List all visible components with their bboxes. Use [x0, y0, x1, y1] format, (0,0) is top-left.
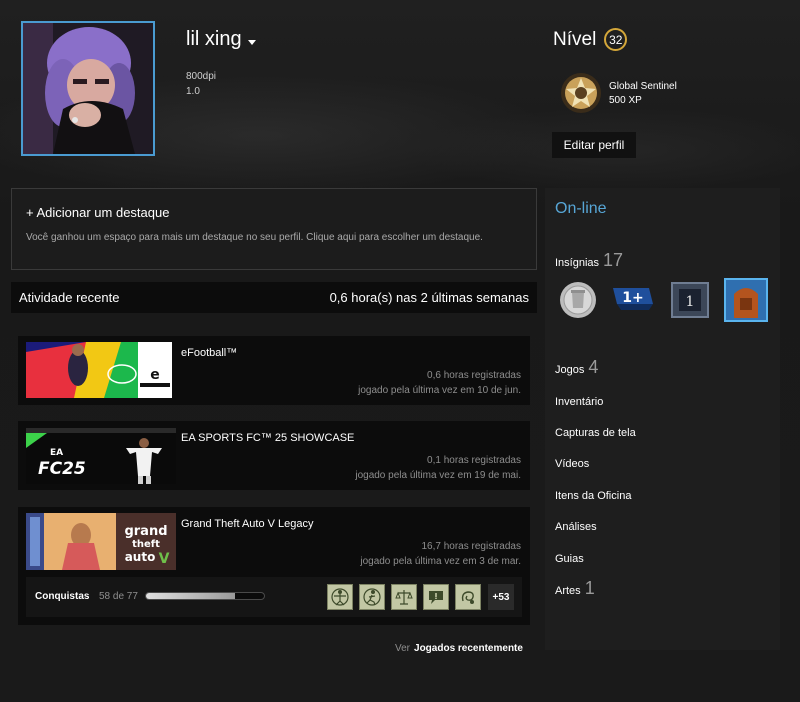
avatar-image: [23, 23, 153, 154]
game-card-fc25: EA FC25 EA SPORTS FC™ 25 SHOWCASE 0,1 ho…: [18, 421, 530, 490]
game-capsule-image[interactable]: grand theft auto V: [26, 513, 176, 570]
level-label: Nível: [553, 28, 597, 50]
sidebar-item-label: Análises: [555, 521, 597, 533]
achievements-count: 58 de 77: [99, 591, 138, 602]
sidebar-item-label: Guias: [555, 553, 584, 565]
game-last-played: jogado pela última vez em 19 de mai.: [355, 470, 521, 481]
username: lil xing: [186, 28, 242, 50]
sidebar-item-guides[interactable]: Guias: [555, 553, 584, 565]
sidebar-item-artwork[interactable]: Artes 1: [555, 578, 595, 599]
game-hours: 0,1 horas registradas: [427, 455, 521, 466]
online-status: On-line: [555, 200, 607, 217]
xp-badge-name: Global Sentinel: [609, 81, 677, 92]
game-name[interactable]: EA SPORTS FC™ 25 SHOWCASE: [181, 432, 354, 444]
game-card-gtav: grand theft auto V Grand Theft Auto V Le…: [18, 507, 530, 625]
game-name[interactable]: eFootball™: [181, 347, 237, 359]
game-name[interactable]: Grand Theft Auto V Legacy: [181, 518, 314, 530]
sidebar-item-count: 1: [584, 578, 595, 598]
add-showcase-title: + Adicionar um destaque: [26, 205, 170, 220]
more-achievements-button[interactable]: +53: [488, 584, 514, 610]
chevron-down-icon: [247, 40, 256, 45]
level-badge: 32: [604, 28, 628, 51]
svg-text:EA: EA: [50, 448, 63, 458]
profile-info-line: 800dpi: [186, 71, 217, 82]
years-badge-text: 1+: [622, 290, 643, 306]
username-dropdown[interactable]: lil xing: [186, 28, 256, 51]
game-last-played: jogado pela última vez em 10 de jun.: [358, 385, 521, 396]
profile-info-line: 1.0: [186, 86, 200, 97]
achievements-bar[interactable]: Conquistas 58 de 77 +53: [26, 577, 522, 617]
achievements-label: Conquistas: [35, 591, 90, 602]
recent-activity-title: Atividade recente: [19, 290, 120, 305]
game-capsule-image[interactable]: e: [26, 342, 172, 398]
edit-profile-button[interactable]: Editar perfil: [552, 132, 636, 158]
add-showcase-panel[interactable]: + Adicionar um destaque Você ganhou um e…: [11, 188, 537, 270]
sidebar-item-count: 4: [588, 357, 599, 377]
svg-text:e: e: [150, 367, 160, 383]
svg-text:FC25: FC25: [38, 459, 86, 479]
silver-coin-badge-icon[interactable]: [556, 278, 600, 322]
swirl-achievement-icon[interactable]: [455, 584, 481, 610]
sidebar-item-videos[interactable]: Vídeos: [555, 458, 589, 470]
svg-text:grand: grand: [124, 524, 167, 539]
sidebar-item-screenshots[interactable]: Capturas de tela: [555, 427, 636, 439]
game-hours: 16,7 horas registradas: [421, 541, 521, 552]
speech-achievement-icon[interactable]: [423, 584, 449, 610]
game-hours: 0,6 horas registradas: [427, 370, 521, 381]
level-section: Nível 32: [553, 28, 628, 51]
avatar[interactable]: [21, 21, 155, 156]
community-badge-icon[interactable]: [724, 278, 768, 322]
badges-link[interactable]: Insígnias 17: [555, 250, 623, 271]
scales-achievement-icon[interactable]: [391, 584, 417, 610]
svg-text:theft: theft: [132, 539, 160, 550]
game-card-efootball: e eFootball™ 0,6 horas registradas jogad…: [18, 336, 530, 405]
xp-value: 500 XP: [609, 95, 642, 106]
collector-badge-text: 1: [686, 294, 695, 310]
sidebar-item-label: Inventário: [555, 396, 604, 408]
svg-text:V: V: [159, 551, 170, 567]
svg-text:auto: auto: [125, 550, 156, 564]
game-capsule-image[interactable]: EA FC25: [26, 428, 176, 484]
achievements-progress-fill: [146, 593, 235, 599]
sidebar-item-label: Vídeos: [555, 458, 590, 470]
view-recently-played-link[interactable]: Ver Jogados recentemente: [395, 643, 523, 654]
achievements-progress-bar: [145, 592, 265, 600]
sidebar-item-label: Itens da Oficina: [555, 490, 632, 502]
runner-achievement-icon[interactable]: [359, 584, 385, 610]
add-showcase-description: Você ganhou um espaço para mais um desta…: [26, 232, 483, 243]
game-collector-badge-icon[interactable]: 1: [669, 278, 713, 322]
recently-played-link-text[interactable]: Jogados recentemente: [414, 643, 523, 654]
badges-label: Insígnias: [555, 257, 600, 269]
sidebar-item-label: Artes: [555, 585, 581, 597]
sidebar-item-label: Capturas de tela: [555, 427, 636, 439]
recent-activity-hours: 0,6 hora(s) nas 2 últimas semanas: [329, 290, 529, 305]
badges-count: 17: [603, 250, 624, 270]
game-last-played: jogado pela última vez em 3 de mar.: [360, 556, 521, 567]
view-prefix: Ver: [395, 643, 411, 654]
sidebar-item-workshop[interactable]: Itens da Oficina: [555, 490, 631, 502]
global-sentinel-badge-icon[interactable]: [560, 72, 602, 114]
sidebar-item-inventory[interactable]: Inventário: [555, 396, 603, 408]
sidebar-item-games[interactable]: Jogos 4: [555, 357, 598, 378]
sidebar-item-label: Jogos: [555, 364, 585, 376]
recent-activity-header: Atividade recente 0,6 hora(s) nas 2 últi…: [11, 282, 537, 313]
years-service-badge-icon[interactable]: 1+: [611, 278, 655, 322]
sidebar-item-reviews[interactable]: Análises: [555, 521, 597, 533]
vitruvian-achievement-icon[interactable]: [327, 584, 353, 610]
